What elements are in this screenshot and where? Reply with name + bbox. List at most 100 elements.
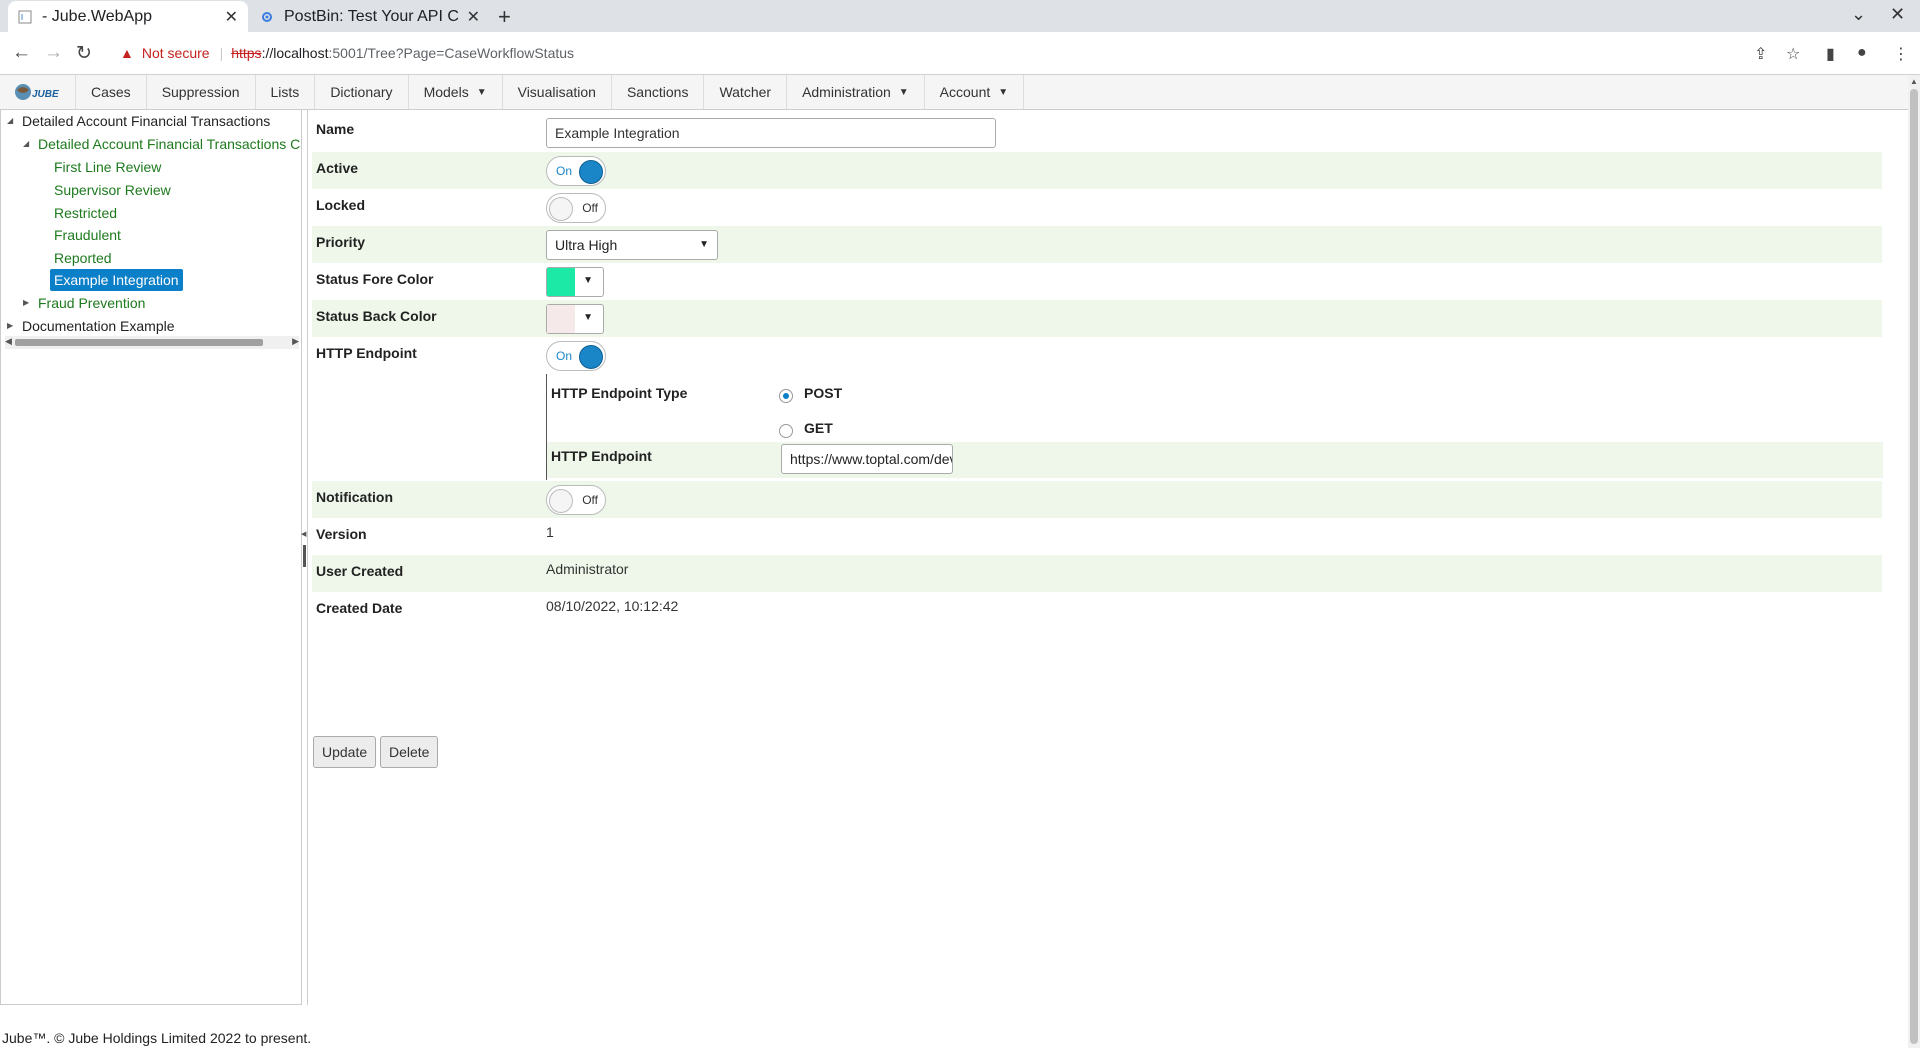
- toggle-knob: [579, 160, 603, 184]
- priority-value: Ultra High: [555, 237, 618, 253]
- toggle-knob: [549, 489, 573, 513]
- address-bar[interactable]: ▲ Not secure | https ://localhost :5001/…: [108, 38, 1738, 68]
- url-scheme: https: [231, 45, 262, 61]
- priority-select[interactable]: Ultra High ▼: [546, 230, 718, 260]
- menu-account[interactable]: Account ▼: [925, 75, 1025, 109]
- browser-tab-postbin[interactable]: PostBin: Test Your API Clie ✕: [250, 1, 490, 32]
- post-radio[interactable]: [779, 389, 793, 403]
- reload-icon[interactable]: ↻: [76, 42, 92, 65]
- tree-leaf-reported[interactable]: Reported: [54, 248, 112, 268]
- delete-button[interactable]: Delete: [380, 736, 439, 768]
- active-toggle[interactable]: On: [546, 156, 606, 186]
- row-notification: Notification Off: [312, 481, 1882, 518]
- locked-toggle[interactable]: Off: [546, 193, 606, 223]
- menu-label: Cases: [91, 84, 131, 100]
- chevron-down-icon[interactable]: ⌄: [1851, 4, 1866, 25]
- window-close-icon[interactable]: ✕: [1890, 4, 1905, 25]
- tree-leaf-example-integration[interactable]: Example Integration: [50, 269, 183, 291]
- tree-node-case-workflow[interactable]: ◢ Detailed Account Financial Transaction…: [23, 134, 301, 154]
- fore-color-picker[interactable]: ▼: [546, 267, 604, 297]
- page-icon: [18, 10, 32, 24]
- menu-label: Administration: [802, 84, 891, 100]
- tree-node-label: Fraud Prevention: [38, 295, 146, 311]
- star-icon[interactable]: ☆: [1786, 44, 1800, 64]
- http-endpoint-url-row: HTTP Endpoint https://www.toptal.com/dev…: [547, 442, 1883, 478]
- splitter-grip[interactable]: [303, 545, 306, 567]
- tree-node-fraud-prevention[interactable]: ▶ Fraud Prevention: [23, 293, 145, 313]
- jube-logo[interactable]: JUBE: [0, 75, 76, 109]
- http-endpoint-label: HTTP Endpoint: [316, 345, 417, 361]
- get-radio[interactable]: [779, 424, 793, 438]
- scroll-right-icon[interactable]: ▶: [292, 336, 299, 347]
- browser-tabstrip: - Jube.WebApp ✕ PostBin: Test Your API C…: [0, 0, 1920, 32]
- back-color-picker[interactable]: ▼: [546, 304, 604, 334]
- profile-icon[interactable]: ●: [1857, 44, 1867, 62]
- expand-arrow-icon[interactable]: ▶: [7, 316, 13, 336]
- name-input[interactable]: Example Integration: [546, 118, 996, 148]
- horizontal-scrollbar[interactable]: ◀ ▶: [5, 336, 299, 349]
- tree-node-root[interactable]: ◢ Detailed Account Financial Transaction…: [7, 111, 270, 131]
- scrollbar-thumb[interactable]: [15, 339, 263, 346]
- browser-tab-jube[interactable]: - Jube.WebApp ✕: [8, 1, 248, 32]
- menu-watcher[interactable]: Watcher: [704, 75, 788, 109]
- new-tab-icon[interactable]: +: [498, 4, 511, 30]
- browser-toolbar: ← → ↻ ▲ Not secure | https ://localhost …: [0, 32, 1920, 75]
- collapse-left-icon[interactable]: ◀: [301, 530, 306, 538]
- side-panel-icon[interactable]: ▮: [1826, 44, 1835, 64]
- row-back-color: Status Back Color ▼: [312, 300, 1882, 337]
- close-tab-icon[interactable]: ✕: [225, 7, 238, 27]
- tree-node-label: Documentation Example: [22, 318, 175, 334]
- scrollbar-thumb[interactable]: [1910, 89, 1918, 1044]
- tree-leaf-restricted[interactable]: Restricted: [54, 203, 117, 223]
- version-value: 1: [546, 524, 554, 540]
- menu-models[interactable]: Models ▼: [409, 75, 503, 109]
- back-arrow-icon[interactable]: ←: [12, 42, 31, 64]
- created-date-label: Created Date: [316, 600, 403, 616]
- svg-text:JUBE: JUBE: [32, 89, 59, 100]
- menu-administration[interactable]: Administration ▼: [787, 75, 925, 109]
- menu-cases[interactable]: Cases: [76, 75, 147, 109]
- menu-dictionary[interactable]: Dictionary: [315, 75, 409, 109]
- expand-arrow-icon[interactable]: ▶: [23, 293, 29, 313]
- warning-icon: ▲: [120, 45, 134, 61]
- collapse-arrow-icon[interactable]: ◢: [7, 111, 13, 131]
- tree-node-label: Reported: [54, 250, 112, 266]
- tree-node-label: First Line Review: [54, 159, 162, 175]
- menu-suppression[interactable]: Suppression: [147, 75, 256, 109]
- tab-title: - Jube.WebApp: [42, 7, 152, 25]
- row-name: Name Example Integration: [312, 110, 1882, 148]
- url-host: ://localhost: [261, 45, 329, 61]
- http-endpoint-toggle[interactable]: On: [546, 341, 606, 371]
- scroll-left-icon[interactable]: ◀: [5, 336, 12, 347]
- toggle-text: Off: [582, 201, 598, 215]
- close-tab-icon[interactable]: ✕: [467, 7, 480, 27]
- row-fore-color: Status Fore Color ▼: [312, 263, 1882, 300]
- caret-down-icon: ▼: [898, 86, 909, 98]
- http-endpoint-input[interactable]: https://www.toptal.com/developers/postbi…: [781, 444, 953, 474]
- tree-leaf-supervisor-review[interactable]: Supervisor Review: [54, 180, 171, 200]
- menu-sanctions[interactable]: Sanctions: [612, 75, 705, 109]
- forward-arrow-icon[interactable]: →: [44, 42, 63, 64]
- tree-node-label: Fraudulent: [54, 227, 121, 243]
- collapse-arrow-icon[interactable]: ◢: [23, 134, 29, 154]
- vertical-scrollbar[interactable]: ▲: [1908, 75, 1920, 1048]
- user-created-label: User Created: [316, 563, 404, 579]
- menu-label: Dictionary: [330, 84, 393, 100]
- more-menu-icon[interactable]: ⋮: [1893, 44, 1909, 64]
- row-http-endpoint: HTTP Endpoint On HTTP Endpoint Type POST…: [312, 337, 1883, 480]
- share-icon[interactable]: ⇪: [1754, 44, 1767, 64]
- panel-splitter[interactable]: ◀: [301, 110, 308, 1005]
- menu-visualisation[interactable]: Visualisation: [503, 75, 612, 109]
- menu-label: Sanctions: [626, 84, 689, 100]
- tree-node-documentation[interactable]: ▶ Documentation Example: [7, 316, 175, 336]
- scroll-up-icon[interactable]: ▲: [1910, 77, 1918, 86]
- tree-leaf-fraudulent[interactable]: Fraudulent: [54, 225, 121, 245]
- toggle-knob: [549, 197, 573, 221]
- menu-lists[interactable]: Lists: [256, 75, 316, 109]
- update-button[interactable]: Update: [313, 736, 377, 768]
- notification-toggle[interactable]: Off: [546, 485, 606, 515]
- tree-leaf-first-line-review[interactable]: First Line Review: [54, 157, 161, 177]
- app-menu-bar: JUBE Cases Suppression Lists Dictionary …: [0, 75, 1908, 110]
- toggle-knob: [579, 345, 603, 369]
- not-secure-label: Not secure: [141, 45, 210, 61]
